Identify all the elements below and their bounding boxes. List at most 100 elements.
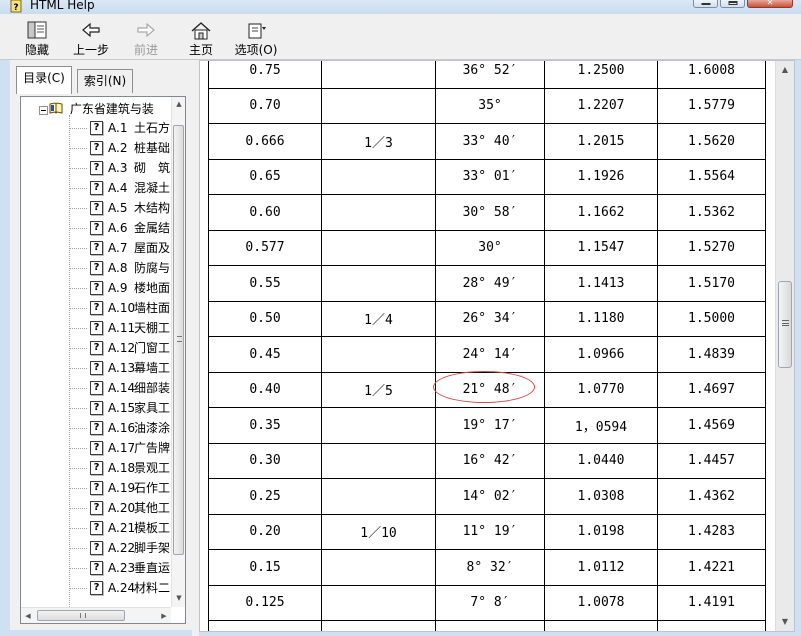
home-button[interactable]: 主页	[176, 20, 226, 60]
table-cell: 1.6008	[657, 61, 766, 89]
tree-item-name: 金属结	[134, 221, 171, 235]
tree-item-code: A.24	[108, 581, 136, 595]
tree-item[interactable]: ? A.18景观工	[21, 458, 171, 478]
tree-horizontal-scrollbar[interactable]: ◀ ▶	[21, 607, 171, 623]
close-button[interactable]: ✕	[747, 0, 793, 8]
help-topic-icon: ?	[90, 461, 103, 475]
tree-item[interactable]: ? A.21模板工	[21, 518, 171, 538]
tree-item[interactable]: ? A.13幕墙工	[21, 358, 171, 378]
options-button[interactable]: 选项(O)	[231, 20, 281, 60]
tree-item[interactable]: ? A.9 楼地面	[21, 278, 171, 298]
maximize-icon	[728, 1, 737, 5]
tab-contents[interactable]: 目录(C)	[16, 66, 72, 94]
tree-item[interactable]: ? A.4 混凝土	[21, 178, 171, 198]
tree-item[interactable]: ? A.20其他工	[21, 498, 171, 518]
tree-item[interactable]: ? A.10墙柱面	[21, 298, 171, 318]
tree-hscroll-thumb[interactable]	[37, 610, 125, 621]
table-cell: 1.5620	[657, 123, 766, 160]
table-row: 0.20 1／10 11° 19′ 1.0198 1.4283	[208, 513, 766, 550]
help-topic-icon: ?	[90, 381, 103, 395]
table-cell: 0.70	[208, 87, 322, 124]
tree-item-code: A.1	[108, 121, 128, 135]
table-row: 0.577 30° 1.1547 1.5270	[208, 229, 766, 266]
table-cell: 1.0440	[544, 442, 658, 479]
back-button[interactable]: 上一步	[66, 20, 116, 60]
topic-content-pane: 0.75 36° 52′ 1.2500 1.6008 0.70 35° 1.2207 1.57…	[199, 60, 795, 632]
forward-button[interactable]: 前进	[121, 20, 171, 60]
table-cell: 1.1662	[544, 194, 658, 231]
tree-item-code: A.3	[108, 161, 128, 175]
tree-item[interactable]: ? A.15家具工	[21, 398, 171, 418]
scroll-up-icon[interactable]: ▲	[172, 97, 185, 111]
tree-item[interactable]: ? A.14细部装	[21, 378, 171, 398]
table-cell: 19° 17′	[435, 407, 545, 444]
scroll-down-icon[interactable]: ▼	[172, 591, 185, 605]
table-cell: 1.5779	[657, 87, 766, 124]
tree-item-name: 墙柱面	[134, 301, 171, 315]
forward-label: 前进	[133, 43, 158, 57]
tree-item[interactable]: ? A.3 砌 筑	[21, 158, 171, 178]
tree-item[interactable]: ? A.19石作工	[21, 478, 171, 498]
tree-item-name: 楼地面	[134, 281, 171, 295]
help-topic-icon: ?	[90, 521, 103, 535]
help-topic-icon: ?	[90, 441, 103, 455]
scroll-left-icon[interactable]: ◀	[21, 608, 35, 623]
table-cell: 0.15	[208, 549, 322, 586]
table-cell: 1.5000	[657, 300, 766, 337]
content-scroll-up-icon[interactable]: ▲	[776, 61, 794, 78]
table-cell: 1.1413	[544, 265, 658, 302]
tree-item[interactable]: ? A.22脚手架	[21, 538, 171, 558]
tree-item-name: 模板工	[134, 521, 171, 535]
maximize-button[interactable]	[720, 0, 745, 8]
collapse-toggle[interactable]	[39, 106, 48, 115]
tree-item[interactable]: ? A.5 木结构	[21, 198, 171, 218]
tree-item[interactable]: ? A.24材料二	[21, 578, 171, 598]
table-cell: 30°	[435, 229, 545, 266]
minimize-button[interactable]	[693, 0, 718, 8]
tree-vertical-scrollbar[interactable]: ▲ ▼	[171, 97, 185, 607]
table-cell: 28° 49′	[435, 265, 545, 302]
tree-item-name: 砌 筑	[134, 161, 171, 175]
pane-splitter[interactable]	[192, 60, 199, 636]
tree-item[interactable]: ? A.16油漆涂	[21, 418, 171, 438]
scroll-right-icon[interactable]: ▶	[157, 608, 171, 623]
content-scroll-down-icon[interactable]: ▼	[776, 613, 794, 630]
table-cell: 1.0112	[544, 549, 658, 586]
table-cell	[321, 584, 436, 621]
tree-item[interactable]: ? A.2 桩基础	[21, 138, 171, 158]
content-scroll-thumb[interactable]	[778, 281, 792, 368]
table-cell	[321, 87, 436, 124]
tree-item-code: A.16	[108, 421, 136, 435]
tree-item[interactable]: ? A.1 土石方	[21, 118, 171, 138]
tree-item-code: A.18	[108, 461, 136, 475]
table-cell: 21° 48′	[435, 371, 545, 408]
tree-item[interactable]: ? A.17广告牌	[21, 438, 171, 458]
help-topic-icon: ?	[90, 161, 103, 175]
table-cell: 0.30	[208, 442, 322, 479]
table-cell: 1.0078	[544, 584, 658, 621]
help-topic-icon: ?	[90, 321, 103, 335]
help-topic-icon: ?	[90, 261, 103, 275]
tree-item[interactable]: ? A.8 防腐与	[21, 258, 171, 278]
tree-scroll-thumb[interactable]	[173, 125, 184, 555]
forward-arrow-icon	[137, 22, 155, 38]
tree-root-item[interactable]: 广东省建筑与装	[49, 100, 154, 120]
content-vertical-scrollbar[interactable]: ▲ ▼	[775, 61, 794, 631]
tree-item[interactable]: ? A.6 金属结	[21, 218, 171, 238]
table-row: 0.60 30° 58′ 1.1662 1.5362	[208, 194, 766, 231]
table-row: 0.55 28° 49′ 1.1413 1.5170	[208, 265, 766, 302]
tree-item[interactable]: ? A.7 屋面及防	[21, 238, 171, 258]
tree-item-name: 防腐与	[134, 261, 171, 275]
tab-index[interactable]: 索引(N)	[77, 69, 133, 93]
tree-item[interactable]: ? A.11天棚工	[21, 318, 171, 338]
tree-item[interactable]: ? A.23垂直运	[21, 558, 171, 578]
open-book-icon	[49, 102, 63, 114]
hide-button[interactable]: 隐藏	[12, 20, 62, 60]
tree-item-code: A.22	[108, 541, 136, 555]
window-title: HTML Help	[30, 0, 95, 12]
tree-item[interactable]: ? A.12门窗工	[21, 338, 171, 358]
table-row: 0.40 1／5 21° 48′ 1.0770 1.4697	[208, 371, 766, 408]
table-cell: 1.0770	[544, 371, 658, 408]
table-cell: 0.65	[208, 158, 322, 195]
table-cell: 0.125	[208, 584, 322, 621]
